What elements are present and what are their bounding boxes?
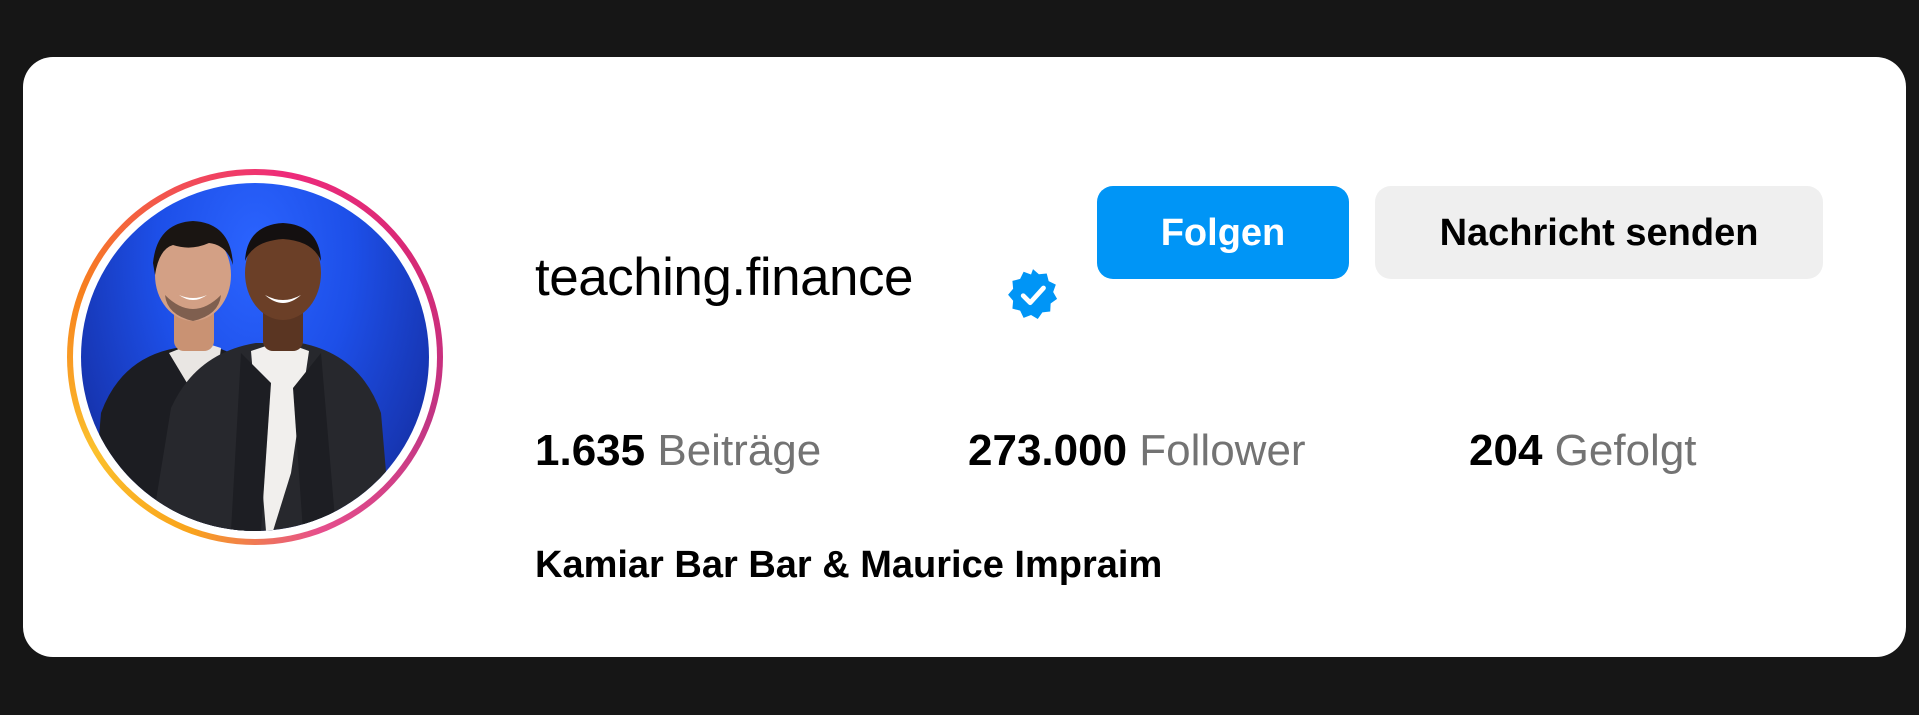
following-count: 204 [1469,426,1543,475]
story-ring[interactable] [67,169,443,545]
posts-label: Beiträge [657,426,822,475]
avatar[interactable] [81,183,429,531]
stat-following[interactable]: 204 Gefolgt [1469,429,1697,473]
followers-label: Follower [1139,426,1306,475]
follow-button[interactable]: Folgen [1097,186,1349,279]
message-button[interactable]: Nachricht senden [1375,186,1823,279]
following-label: Gefolgt [1554,426,1697,475]
full-name: Kamiar Bar Bar & Maurice Impraim [535,544,1163,586]
username: teaching.finance [535,248,914,307]
stat-posts: 1.635 Beiträge [535,429,821,473]
avatar-photo [91,221,391,531]
verified-badge-icon [1008,269,1058,319]
stat-followers[interactable]: 273.000 Follower [968,429,1306,473]
profile-card: teaching.finance Folgen Nachricht senden… [23,57,1906,657]
story-ring-gap [73,175,437,539]
followers-count: 273.000 [968,426,1128,475]
posts-count: 1.635 [535,426,646,475]
